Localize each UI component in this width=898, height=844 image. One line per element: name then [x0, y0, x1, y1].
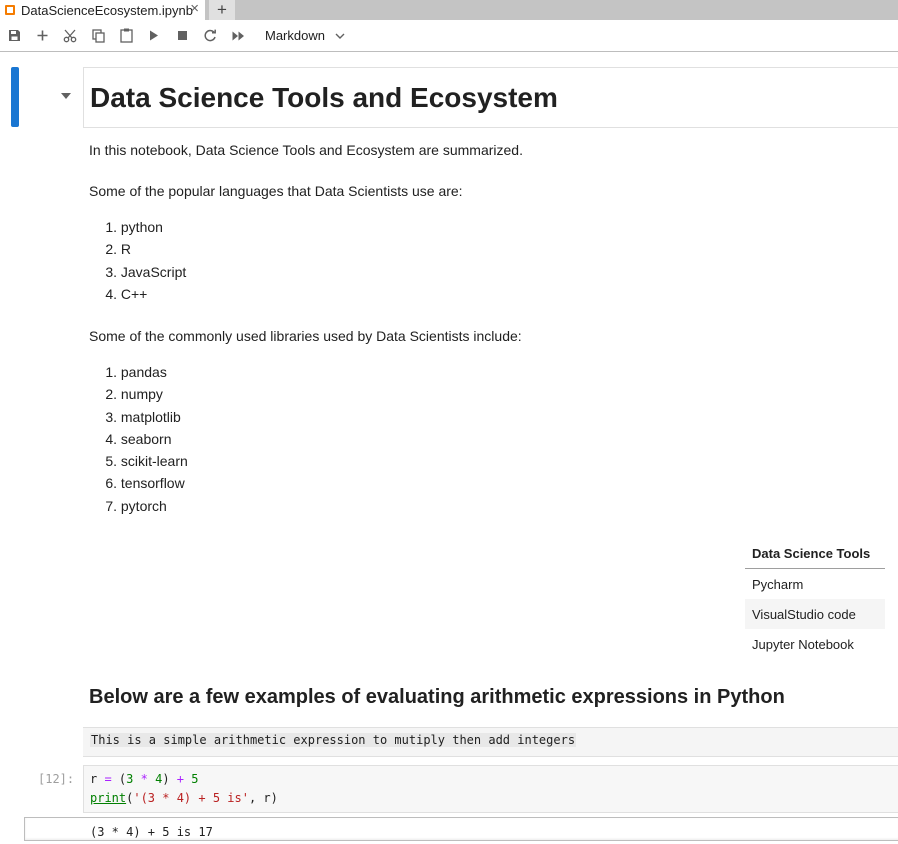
list-item: 6. tensorflow [105, 475, 185, 492]
tab-title: DataScienceEcosystem.ipynb [21, 2, 193, 18]
list-item: 1. python [105, 219, 163, 235]
list-item: 7. pytorch [105, 497, 167, 514]
paste-icon[interactable] [112, 24, 140, 48]
page-title: Data Science Tools and Ecosystem [90, 82, 558, 113]
restart-icon[interactable] [196, 24, 224, 48]
languages-intro: Some of the popular languages that Data … [89, 183, 463, 199]
close-tab-icon[interactable]: × [190, 0, 199, 18]
inline-code: This is a simple arithmetic expression t… [90, 733, 577, 747]
add-cell-icon[interactable] [28, 24, 56, 48]
table-cell: Jupyter Notebook [752, 636, 854, 652]
active-cell-indicator [11, 67, 19, 127]
libraries-list: 1. pandas 2. numpy 3. matplotlib 4. seab… [89, 361, 188, 517]
notebook-tab[interactable]: DataScienceEcosystem.ipynb × [0, 0, 205, 20]
list-item: 5. scikit-learn [105, 453, 188, 470]
cut-icon[interactable] [56, 24, 84, 48]
code-line-1: r = (3 * 4) + 5 [90, 772, 199, 786]
tools-table: Data Science Tools Pycharm VisualStudio … [745, 539, 886, 659]
code-line-2: print('(3 * 4) + 5 is', r) [90, 791, 278, 805]
list-item: 2. numpy [105, 386, 163, 403]
cell-type-select[interactable]: Markdown [265, 28, 345, 43]
save-icon[interactable] [0, 24, 28, 48]
tab-bar: DataScienceEcosystem.ipynb × + [0, 0, 898, 20]
languages-list: 1. python 2. R 3. JavaScript 4. C++ [89, 216, 186, 305]
list-item: 4. C++ [105, 285, 148, 302]
notebook-icon [5, 5, 15, 15]
libraries-intro: Some of the commonly used libraries used… [89, 328, 522, 344]
run-icon[interactable] [140, 24, 168, 48]
list-item: 3. JavaScript [105, 263, 187, 280]
examples-heading: Below are a few examples of evaluating a… [89, 686, 785, 708]
table-cell: VisualStudio code [745, 599, 886, 629]
cell-output: (3 * 4) + 5 is 17 [90, 825, 213, 839]
run-all-icon[interactable] [224, 24, 252, 48]
intro-text: In this notebook, Data Science Tools and… [89, 142, 523, 158]
chevron-down-icon [335, 33, 345, 39]
stop-icon[interactable] [168, 24, 196, 48]
list-item: 1. pandas [105, 364, 167, 380]
copy-icon[interactable] [84, 24, 112, 48]
list-item: 2. R [105, 241, 132, 258]
list-item: 3. matplotlib [105, 408, 181, 425]
cell-type-label: Markdown [265, 28, 325, 43]
cell-prompt: [12]: [38, 772, 75, 786]
list-item: 4. seaborn [105, 430, 172, 447]
new-tab-button[interactable]: + [209, 0, 235, 20]
notebook-toolbar: Markdown [0, 20, 898, 52]
table-header: Data Science Tools [745, 539, 886, 569]
code-input-area[interactable] [83, 765, 898, 813]
table-cell: Pycharm [752, 576, 804, 592]
collapse-heading-icon[interactable] [61, 93, 71, 99]
